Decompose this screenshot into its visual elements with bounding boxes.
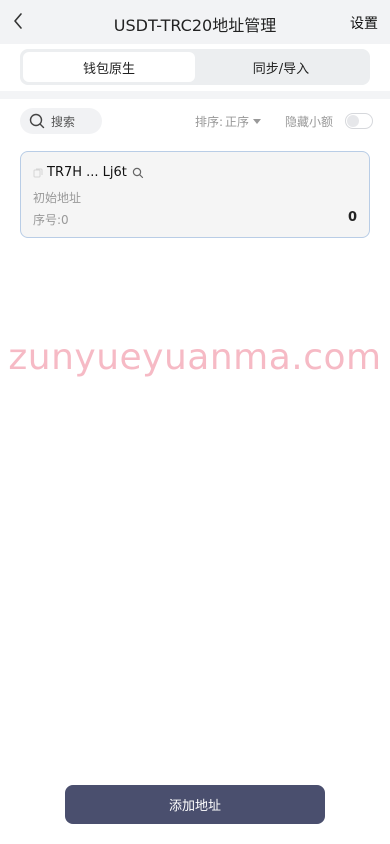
tab-wallet-native[interactable]: 钱包原生 (23, 52, 195, 82)
view-address-button[interactable] (132, 167, 144, 179)
chevron-left-icon (14, 13, 22, 29)
search-input[interactable]: 搜索 (20, 108, 102, 134)
address-name: 初始地址 (33, 191, 82, 205)
hide-small-toggle[interactable] (345, 113, 373, 129)
address-balance: 0 (347, 210, 357, 225)
address-management-page: USDT-TRC20地址管理 设置 钱包原生 同步/导入 搜索 排序: 正序 隐… (0, 0, 390, 844)
tab-sync-import[interactable]: 同步/导入 (195, 52, 367, 82)
sort-selector[interactable]: 排序: 正序 (195, 113, 262, 130)
back-button[interactable] (6, 8, 30, 34)
watermark-text: zunyueyuanma.com (8, 337, 382, 378)
search-placeholder: 搜索 (51, 114, 76, 129)
sort-value[interactable]: 正序 (225, 113, 249, 130)
copy-icon[interactable] (33, 168, 43, 178)
sort-label: 排序: (195, 115, 224, 129)
page-title: USDT-TRC20地址管理 (113, 16, 277, 35)
settings-button[interactable]: 设置 (350, 13, 378, 33)
address-row: TR7H ... Lj6t (33, 165, 144, 180)
add-address-button[interactable]: 添加地址 (65, 785, 325, 824)
address-index: 序号:0 (33, 213, 69, 227)
address-text: TR7H ... Lj6t (47, 165, 127, 180)
hide-small-label: 隐藏小额 (285, 115, 334, 129)
tab-switcher: 钱包原生 同步/导入 (20, 49, 370, 85)
magnifier-icon (132, 167, 144, 178)
header-bar: USDT-TRC20地址管理 设置 (0, 0, 390, 44)
search-icon (29, 113, 45, 129)
section-divider (0, 91, 390, 99)
address-card[interactable]: TR7H ... Lj6t 初始地址 序号:0 0 (20, 151, 370, 238)
caret-down-icon (253, 119, 262, 124)
toggle-knob (347, 115, 359, 127)
